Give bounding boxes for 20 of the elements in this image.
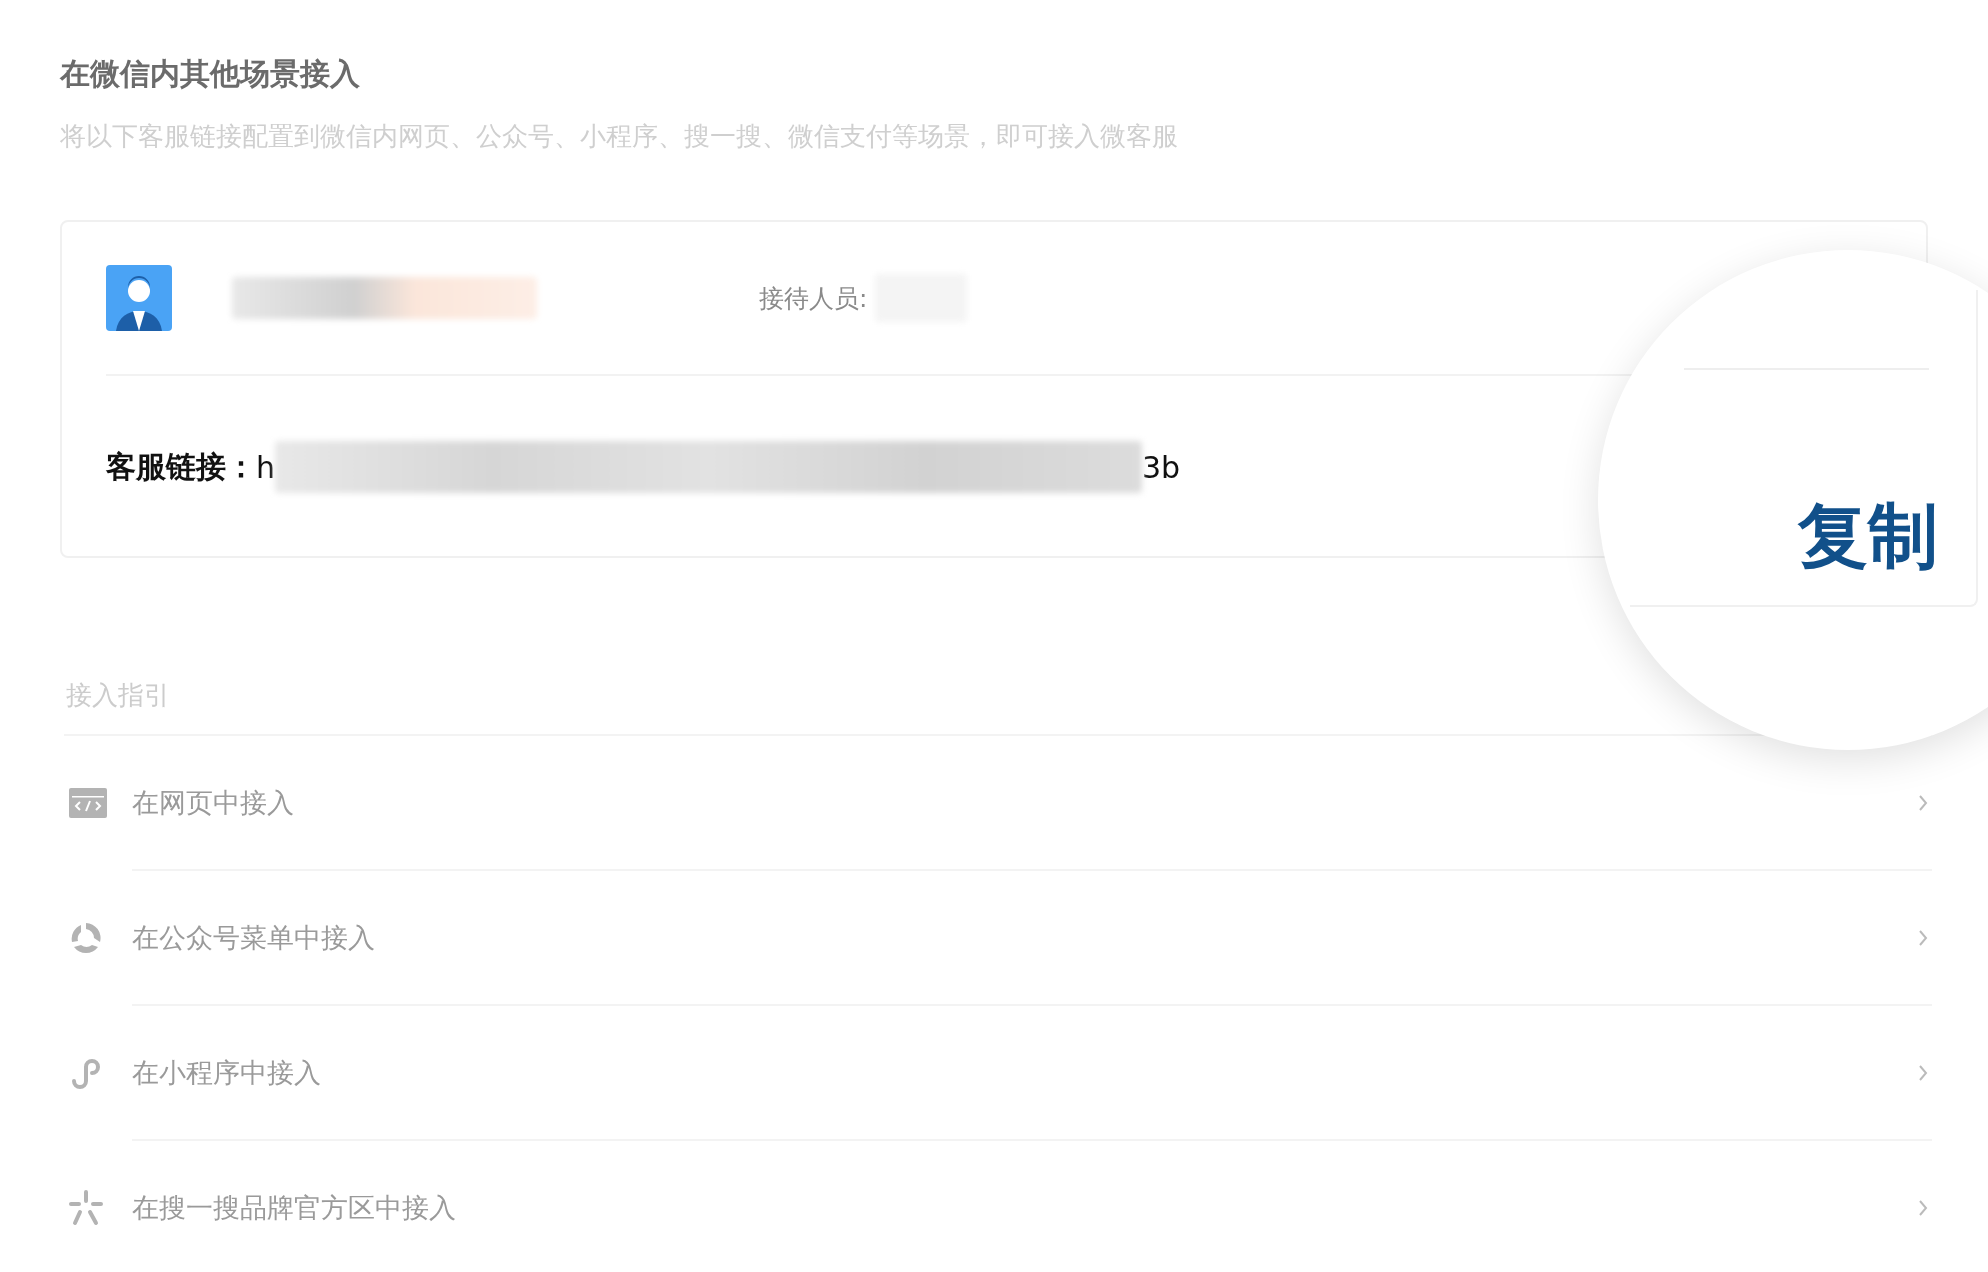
- link-label: 客服链接：: [106, 447, 256, 486]
- chevron-icon: [1918, 793, 1928, 812]
- sparkle-icon: [68, 1189, 104, 1226]
- guide-item-label: 在小程序中接入: [132, 1055, 321, 1090]
- avatar-icon: [106, 265, 172, 331]
- copy-button[interactable]: 复制: [1798, 490, 1938, 584]
- agent-label: 接待人员:: [759, 282, 868, 315]
- guide-item-label: 在搜一搜品牌官方区中接入: [132, 1190, 456, 1225]
- guide-item[interactable]: 在公众号菜单中接入: [132, 869, 1932, 1004]
- chevron-icon: [1918, 1063, 1928, 1082]
- link-start: h: [256, 449, 275, 485]
- code-window-icon: [69, 787, 107, 818]
- link-end: 3b: [1142, 449, 1181, 485]
- guide-item-label: 在公众号菜单中接入: [132, 920, 375, 955]
- chevron-icon: [1918, 928, 1928, 947]
- guide-item-label: 在网页中接入: [132, 785, 294, 820]
- section-title: 在微信内其他场景接入: [60, 55, 361, 93]
- chevron-icon: [1918, 1198, 1928, 1217]
- guide-item[interactable]: 在搜一搜品牌官方区中接入: [132, 1139, 1932, 1272]
- guide-item[interactable]: 在小程序中接入: [132, 1004, 1932, 1139]
